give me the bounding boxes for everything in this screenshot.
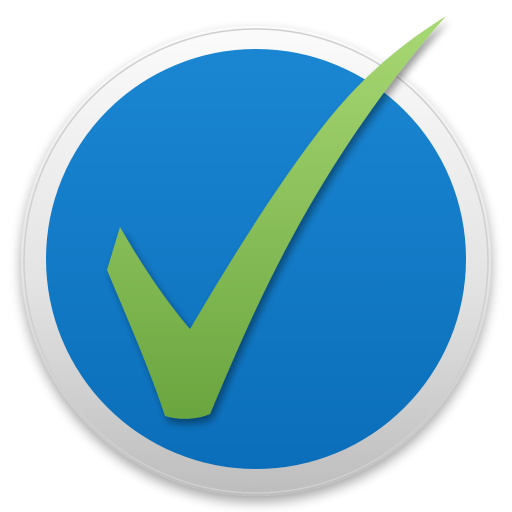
checkmark-badge-icon [21, 16, 491, 496]
app-icon [0, 0, 512, 512]
